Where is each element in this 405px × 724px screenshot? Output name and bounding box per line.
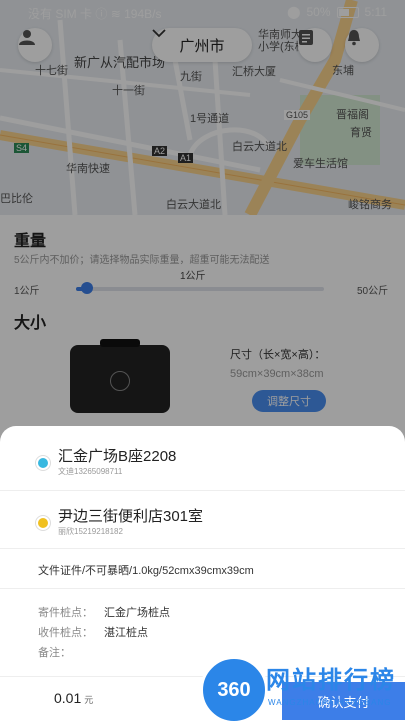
sender-dot-icon <box>36 456 50 470</box>
divider <box>0 676 405 677</box>
price-display: 0.01 元 <box>54 690 93 706</box>
send-point-row: 寄件桩点： 汇金广场桩点 <box>38 604 170 620</box>
receiver-contact: 丽欣15219218182 <box>58 527 123 536</box>
receiver-dot-icon <box>36 516 50 530</box>
send-point-key: 寄件桩点： <box>38 607 93 619</box>
divider <box>0 548 405 549</box>
confirm-pay-button[interactable]: 确认支付 <box>282 682 405 720</box>
order-confirm-sheet: 汇金广场B座2208 文迪13265098711 尹边三街便利店301室 丽欣1… <box>0 426 405 720</box>
sender-contact: 文迪13265098711 <box>58 467 123 476</box>
note-key: 备注： <box>38 647 71 659</box>
recv-point-row: 收件桩点： 湛江桩点 <box>38 624 148 640</box>
divider <box>0 588 405 589</box>
price-amount: 0.01 <box>54 690 82 706</box>
sender-address: 汇金广场B座2208 <box>58 448 177 465</box>
send-point-value: 汇金广场桩点 <box>104 607 170 619</box>
note-row[interactable]: 备注： <box>38 644 104 660</box>
recv-point-key: 收件桩点： <box>38 627 93 639</box>
divider <box>0 490 405 491</box>
recv-point-value: 湛江桩点 <box>104 627 148 639</box>
price-unit: 元 <box>84 695 94 705</box>
receiver-address: 尹边三街便利店301室 <box>58 508 204 525</box>
cargo-summary: 文件证件/不可暴晒/1.0kg/52cmx39cmx39cm <box>38 565 254 577</box>
